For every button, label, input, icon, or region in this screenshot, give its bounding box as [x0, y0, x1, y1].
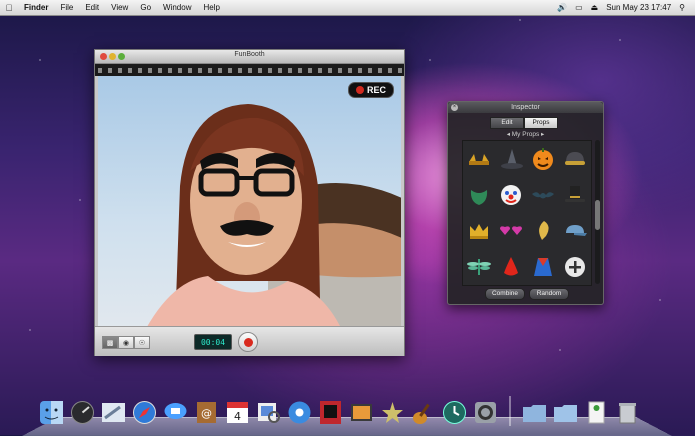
svg-text:4: 4 — [234, 410, 241, 423]
spotlight-icon[interactable]: ⚲ — [679, 3, 685, 12]
tab-edit[interactable]: Edit — [490, 117, 524, 129]
props-grid — [462, 140, 592, 286]
svg-text:@: @ — [201, 407, 212, 420]
documents-folder-icon[interactable] — [552, 399, 579, 426]
pumpkin-head-icon[interactable] — [527, 141, 559, 177]
witch-hat-icon[interactable] — [495, 141, 527, 177]
address-book-icon[interactable]: @ — [193, 399, 220, 426]
pilot-helmet-icon[interactable] — [559, 141, 591, 177]
time-machine-icon[interactable] — [441, 399, 468, 426]
green-beard-icon[interactable] — [463, 177, 495, 213]
applications-folder-icon[interactable] — [521, 399, 548, 426]
super-cape-icon[interactable] — [527, 249, 559, 285]
blue-cap-icon[interactable] — [559, 213, 591, 249]
props-scroll-thumb[interactable] — [595, 200, 600, 230]
funbooth-window: FunBooth REC ▩ ◉ ☉ 00:04 — [94, 49, 405, 356]
heart-glasses-icon[interactable] — [495, 213, 527, 249]
record-dot-icon — [243, 337, 253, 347]
clown-face-icon[interactable] — [495, 177, 527, 213]
menu-help[interactable]: Help — [197, 0, 225, 15]
red-nose-icon[interactable] — [495, 249, 527, 285]
photo-booth-icon[interactable] — [317, 399, 344, 426]
mode-selector: ▩ ◉ ☉ — [102, 336, 150, 349]
volume-icon[interactable]: 🔊 — [557, 3, 567, 12]
add-prop-icon[interactable] — [559, 249, 591, 285]
inspector-tabs: Edit Props — [490, 117, 558, 129]
menu-view[interactable]: View — [105, 0, 134, 15]
funbooth-controls: ▩ ◉ ☉ 00:04 — [95, 326, 404, 356]
display-icon[interactable]: ▭ — [575, 3, 583, 12]
combine-button[interactable]: Combine — [485, 288, 525, 300]
itunes-icon[interactable] — [286, 399, 313, 426]
props-section-label: My Props — [511, 131, 540, 138]
trash-icon[interactable] — [614, 399, 641, 426]
tab-props[interactable]: Props — [524, 117, 558, 129]
preview-icon[interactable] — [255, 399, 282, 426]
mail-icon[interactable] — [100, 399, 127, 426]
ical-icon[interactable]: 4 — [224, 399, 251, 426]
video-mode-icon[interactable]: ▩ — [102, 336, 118, 349]
dashboard-icon[interactable] — [69, 399, 96, 426]
record-button[interactable] — [238, 332, 258, 352]
golden-feather-icon[interactable] — [527, 213, 559, 249]
dock: @ 4 — [38, 394, 641, 426]
garageband-icon[interactable] — [410, 399, 437, 426]
filmstrip-top — [95, 64, 404, 76]
menu-bar:  Finder File Edit View Go Window Help 🔊… — [0, 0, 695, 16]
finder-icon[interactable] — [38, 399, 65, 426]
eject-icon[interactable]: ⏏ — [591, 3, 599, 12]
downloads-stack-icon[interactable] — [583, 399, 610, 426]
dragonfly-icon[interactable] — [463, 249, 495, 285]
props-section-title[interactable]: ◂ My Props ▸ — [448, 130, 603, 138]
photo-scene — [138, 104, 401, 344]
photo-mode-icon[interactable]: ◉ — [118, 336, 134, 349]
imovie-icon[interactable] — [379, 399, 406, 426]
menu-file[interactable]: File — [54, 0, 79, 15]
menu-window[interactable]: Window — [157, 0, 197, 15]
window-title: FunBooth — [234, 51, 265, 58]
rec-indicator: REC — [348, 82, 394, 98]
menubar-clock[interactable]: Sun May 23 17:47 — [606, 3, 671, 12]
dock-separator — [509, 396, 511, 426]
horn-rims-icon[interactable] — [463, 141, 495, 177]
menu-edit[interactable]: Edit — [79, 0, 105, 15]
random-button[interactable]: Random — [529, 288, 569, 300]
top-hat-icon[interactable] — [559, 177, 591, 213]
rec-label: REC — [366, 85, 386, 95]
inspector-panel: × Inspector Edit Props ◂ My Props ▸ Comb… — [447, 101, 604, 305]
apple-menu-icon[interactable]:  — [0, 3, 18, 13]
funbooth-titlebar[interactable]: FunBooth — [95, 50, 404, 64]
inspector-titlebar[interactable]: × Inspector — [448, 102, 603, 113]
gold-crown-icon[interactable] — [463, 213, 495, 249]
camera-preview: REC — [98, 76, 401, 344]
recording-timer: 00:04 — [194, 334, 232, 350]
menu-app-name[interactable]: Finder — [18, 0, 54, 15]
ichat-icon[interactable] — [162, 399, 189, 426]
safari-icon[interactable] — [131, 399, 158, 426]
inspector-title: Inspector — [511, 104, 540, 111]
props-scrollbar[interactable] — [595, 140, 600, 284]
inspector-close-icon[interactable]: × — [451, 104, 458, 111]
rec-dot-icon — [355, 86, 364, 94]
menu-go[interactable]: Go — [134, 0, 157, 15]
system-preferences-icon[interactable] — [472, 399, 499, 426]
iphoto-icon[interactable] — [348, 399, 375, 426]
preview-mode-icon[interactable]: ☉ — [134, 336, 150, 349]
bat-wings-icon[interactable] — [527, 177, 559, 213]
